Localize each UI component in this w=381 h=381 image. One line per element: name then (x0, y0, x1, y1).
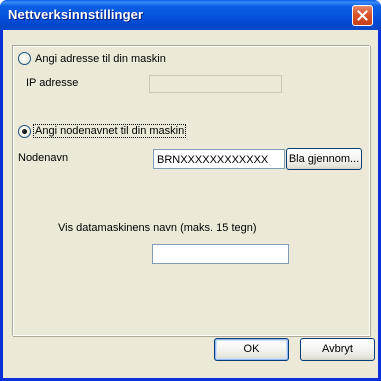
close-button[interactable] (352, 5, 373, 26)
computer-name-field[interactable] (152, 244, 289, 264)
ip-address-label: IP adresse (26, 77, 79, 89)
address-radio-label[interactable]: Angi adresse til din maskin (35, 53, 166, 65)
ok-button-label: OK (243, 343, 260, 355)
cancel-button[interactable]: Avbryt (300, 338, 375, 361)
dialog-window: Nettverksinnstillinger Angi adresse til … (0, 0, 381, 381)
nodename-field[interactable]: BRNXXXXXXXXXXXX (153, 149, 285, 169)
window-title: Nettverksinnstillinger (8, 7, 144, 22)
cancel-button-label: Avbryt (322, 343, 353, 355)
dialog-body: Angi adresse til din maskin IP adresse A… (3, 30, 378, 378)
ip-address-field[interactable] (149, 75, 282, 93)
nodename-radio[interactable] (18, 125, 31, 138)
computer-name-label: Vis datamaskinens navn (maks. 15 tegn) (58, 222, 257, 234)
browse-button[interactable]: Bla gjennom... (286, 148, 362, 170)
nodename-label: Nodenavn (18, 152, 69, 164)
ok-button[interactable]: OK (214, 338, 289, 361)
title-bar[interactable]: Nettverksinnstillinger (0, 0, 381, 30)
nodename-radio-label[interactable]: Angi nodenavnet til din maskin (32, 124, 187, 138)
address-radio[interactable] (18, 52, 31, 65)
browse-button-label: Bla gjennom... (288, 153, 360, 165)
close-icon (357, 10, 368, 21)
